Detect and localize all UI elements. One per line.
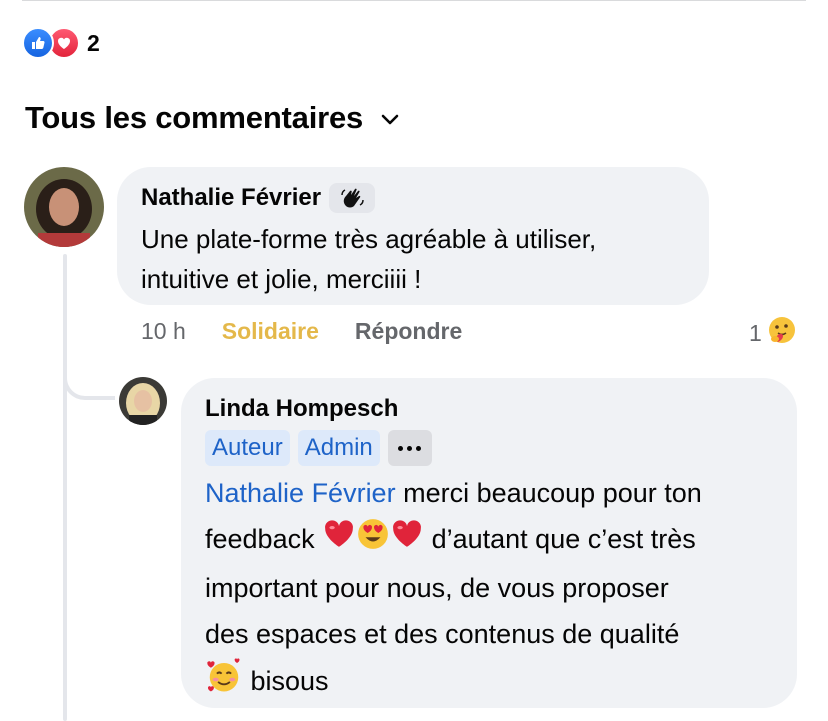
comment-reaction-count: 1 — [749, 319, 762, 346]
reply-text-line: feedback d’autant que c’est très — [205, 516, 773, 565]
comment-author-name[interactable]: Nathalie Février — [141, 184, 321, 212]
reply-text-segment: d’autant que c’est très — [424, 524, 696, 554]
reaction-count: 2 — [87, 29, 100, 56]
react-button[interactable]: Solidaire — [222, 318, 319, 345]
admin-tag: Admin — [297, 430, 380, 466]
red-heart-icon — [390, 517, 424, 565]
comment-bubble: Nathalie Février Une plate-forme très ag… — [117, 167, 709, 305]
care-hug-emoji-icon — [766, 314, 798, 352]
reply-text-segment: bisous — [243, 666, 329, 696]
comment-author[interactable]: Nathalie Février — [141, 183, 685, 213]
comment-actions: 10 h Solidaire Répondre — [141, 318, 462, 345]
mention-link[interactable]: Nathalie Février — [205, 478, 396, 508]
reply-author[interactable]: Linda Hompesch — [205, 394, 773, 424]
comment-reactions[interactable]: 1 — [749, 314, 798, 352]
author-tag: Auteur — [205, 430, 290, 466]
like-icon — [22, 27, 54, 59]
reply-text-segment: feedback — [205, 524, 323, 554]
reply-text-line: des espaces et des contenus de qualité — [205, 618, 680, 649]
top-divider — [22, 0, 806, 1]
comment-timestamp[interactable]: 10 h — [141, 318, 186, 345]
chevron-down-icon — [381, 114, 399, 125]
reply-button[interactable]: Répondre — [355, 318, 462, 345]
comment-text: Une plate-forme très agréable à utiliser… — [141, 219, 685, 299]
waving-hand-icon — [329, 183, 376, 213]
reply-text-line: Nathalie Février merci beaucoup pour ton — [205, 470, 773, 516]
heart-eyes-icon — [356, 517, 390, 565]
thread-line — [63, 254, 67, 721]
smiling-face-with-hearts-icon — [205, 657, 243, 709]
reply-text-line: important pour nous, de vous proposer — [205, 572, 669, 603]
comments-filter-label: Tous les commentaires — [25, 100, 364, 135]
reactions-summary[interactable]: 2 — [22, 27, 100, 59]
comments-filter-dropdown[interactable]: Tous les commentaires — [25, 100, 399, 136]
more-options-icon[interactable] — [387, 430, 432, 466]
reply-text: Nathalie Février merci beaucoup pour ton… — [205, 470, 773, 709]
comment-text-line: Une plate-forme très agréable à utiliser… — [141, 224, 597, 254]
reply-text-segment: merci beaucoup pour ton — [395, 478, 702, 508]
red-heart-icon — [322, 517, 356, 565]
avatar[interactable] — [119, 377, 167, 425]
thread-connector — [63, 355, 115, 400]
reply-bubble: Linda Hompesch Auteur Admin Nathalie Fév… — [181, 378, 797, 708]
comment-text-line: intuitive et jolie, merciiii ! — [141, 264, 422, 294]
comments-panel: 2 Tous les commentaires Nathalie Février… — [0, 0, 828, 721]
avatar[interactable] — [24, 167, 104, 247]
author-tags: Auteur Admin — [205, 430, 773, 466]
reply-author-name[interactable]: Linda Hompesch — [205, 395, 398, 423]
reply-text-line: bisous — [205, 657, 773, 709]
